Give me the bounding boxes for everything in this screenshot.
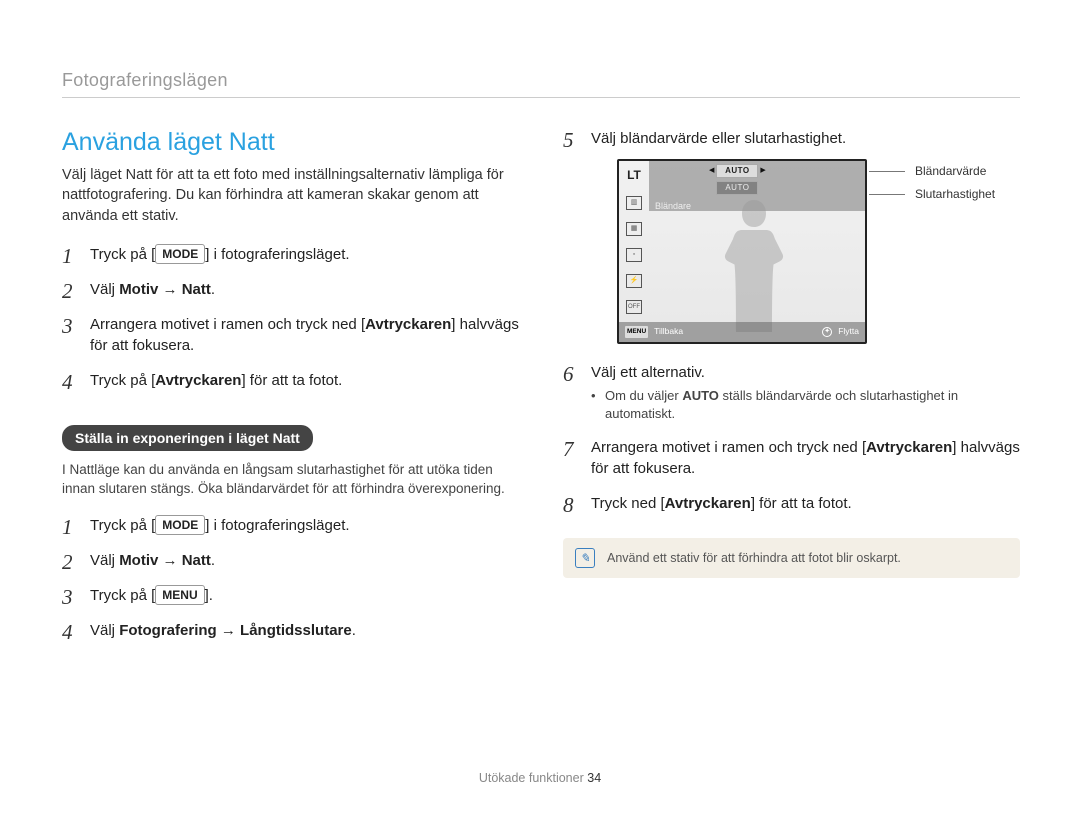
intro-text: Välj läget Natt för att ta ett foto med … (62, 165, 519, 226)
left-column: Använda läget Natt Välj läget Natt för a… (62, 128, 519, 655)
lcd-footer: MENU Tillbaka ✦ Flytta (619, 322, 865, 342)
step-text: Välj (90, 281, 119, 298)
note-text: Om du väljer (605, 388, 682, 403)
step-text: ] i fotograferingsläget. (205, 517, 349, 534)
lcd-wrapper: LT ▥ ▦ ▫ ⚡ OFF ◀ A (591, 159, 1020, 344)
step-8: Tryck ned [Avtryckaren] för att ta fotot… (563, 493, 1020, 514)
step-text: Tryck på [ (90, 246, 155, 263)
right-column: Välj bländarvärde eller slutarhastighet.… (563, 128, 1020, 655)
lcd-lt-icon: LT (627, 167, 641, 184)
back-label: Tillbaka (654, 326, 683, 338)
step-text: . (352, 622, 356, 639)
move-label: Flytta (838, 326, 859, 338)
step-text: Arrangera motivet i ramen och tryck ned … (90, 316, 365, 333)
bold-text: Avtryckaren (155, 372, 241, 389)
steps-exposure: Tryck på [MODE] i fotograferingsläget. V… (62, 515, 519, 641)
menu-key: MENU (155, 585, 204, 605)
arrow: → (217, 622, 240, 639)
page-number: 34 (587, 771, 601, 785)
bold-text: Avtryckaren (866, 439, 952, 456)
bold-text: Långtidsslutare (240, 622, 352, 639)
step-b3: Tryck på [MENU]. (62, 585, 519, 606)
mode-key: MODE (155, 244, 205, 264)
note-icon: ✎ (575, 548, 595, 568)
bold-text: Avtryckaren (365, 316, 451, 333)
step-b4: Välj Fotografering → Långtidsslutare. (62, 620, 519, 641)
step-text: . (211, 552, 215, 569)
person-silhouette-icon (707, 188, 802, 338)
callout-line (869, 194, 905, 195)
lcd-sidebar: LT ▥ ▦ ▫ ⚡ OFF (619, 161, 649, 342)
camera-lcd: LT ▥ ▦ ▫ ⚡ OFF ◀ A (617, 159, 867, 344)
step-6: Välj ett alternativ. Om du väljer AUTO s… (563, 362, 1020, 423)
nav-key-icon: ✦ (822, 327, 832, 337)
step-text: Välj (90, 552, 119, 569)
step-text: ]. (205, 587, 213, 604)
bold-text: Natt (182, 552, 211, 569)
footer-label: Utökade funktioner (479, 771, 584, 785)
step-text: Arrangera motivet i ramen och tryck ned … (591, 439, 866, 456)
bold-text: Motiv (119, 552, 158, 569)
step-text: Tryck på [ (90, 587, 155, 604)
page-footer: Utökade funktioner 34 (0, 771, 1080, 785)
face-icon: OFF (626, 300, 642, 314)
breadcrumb: Fotograferingslägen (62, 70, 1020, 98)
step-text: Tryck på [ (90, 517, 155, 534)
step-2: Välj Motiv → Natt. (62, 279, 519, 300)
menu-key-icon: MENU (625, 326, 648, 337)
step-text: . (211, 281, 215, 298)
left-arrow-icon: ◀ (707, 166, 716, 176)
step-text: ] för att ta fotot. (751, 495, 852, 512)
arrow: → (158, 552, 181, 569)
step-3: Arrangera motivet i ramen och tryck ned … (62, 314, 519, 356)
subsection-intro: I Nattläge kan du använda en långsam slu… (62, 461, 519, 499)
step-text: Tryck på [ (90, 372, 155, 389)
bold-text: Natt (182, 281, 211, 298)
arrow: → (158, 281, 181, 298)
callout-line (869, 171, 905, 172)
step-text: ] för att ta fotot. (241, 372, 342, 389)
step-text: Välj (90, 622, 119, 639)
page-title: Använda läget Natt (62, 128, 519, 157)
step-text: Välj ett alternativ. (591, 364, 705, 381)
step-text: ] i fotograferingsläget. (205, 246, 349, 263)
step-7: Arrangera motivet i ramen och tryck ned … (563, 437, 1020, 479)
step-5: Välj bländarvärde eller slutarhastighet.… (563, 128, 1020, 344)
step-4: Tryck på [Avtryckaren] för att ta fotot. (62, 370, 519, 391)
lcd-aperture-label: Bländare (655, 200, 691, 213)
flash-icon: ⚡ (626, 274, 642, 288)
step-text: Tryck ned [ (591, 495, 665, 512)
step-b1: Tryck på [MODE] i fotograferingsläget. (62, 515, 519, 536)
step-b2: Välj Motiv → Natt. (62, 550, 519, 571)
mode-key: MODE (155, 515, 205, 535)
step-text: Välj bländarvärde eller slutarhastighet. (591, 130, 846, 147)
focus-icon: ▫ (626, 248, 642, 262)
size-icon: ▥ (626, 196, 642, 210)
bold-text: Motiv (119, 281, 158, 298)
right-arrow-icon: ▶ (758, 166, 767, 176)
steps-right: Välj bländarvärde eller slutarhastighet.… (563, 128, 1020, 514)
bold-text: Fotografering (119, 622, 217, 639)
tip-box: ✎ Använd ett stativ för att förhindra at… (563, 538, 1020, 578)
step-1: Tryck på [MODE] i fotograferingsläget. (62, 244, 519, 265)
subsection-heading: Ställa in exponeringen i läget Natt (62, 425, 313, 451)
bold-text: Avtryckaren (665, 495, 751, 512)
tip-text: Använd ett stativ för att förhindra att … (607, 551, 901, 565)
callout-shutter: Slutarhastighet (915, 186, 995, 203)
lcd-auto-aperture: AUTO (716, 164, 758, 177)
lcd-callouts: Bländarvärde Slutarhastighet (869, 163, 995, 203)
steps-basic: Tryck på [MODE] i fotograferingsläget. V… (62, 244, 519, 391)
callout-aperture: Bländarvärde (915, 163, 986, 180)
bold-text: AUTO (682, 388, 719, 403)
step-6-note: Om du väljer AUTO ställs bländarvärde oc… (591, 387, 1020, 423)
quality-icon: ▦ (626, 222, 642, 236)
